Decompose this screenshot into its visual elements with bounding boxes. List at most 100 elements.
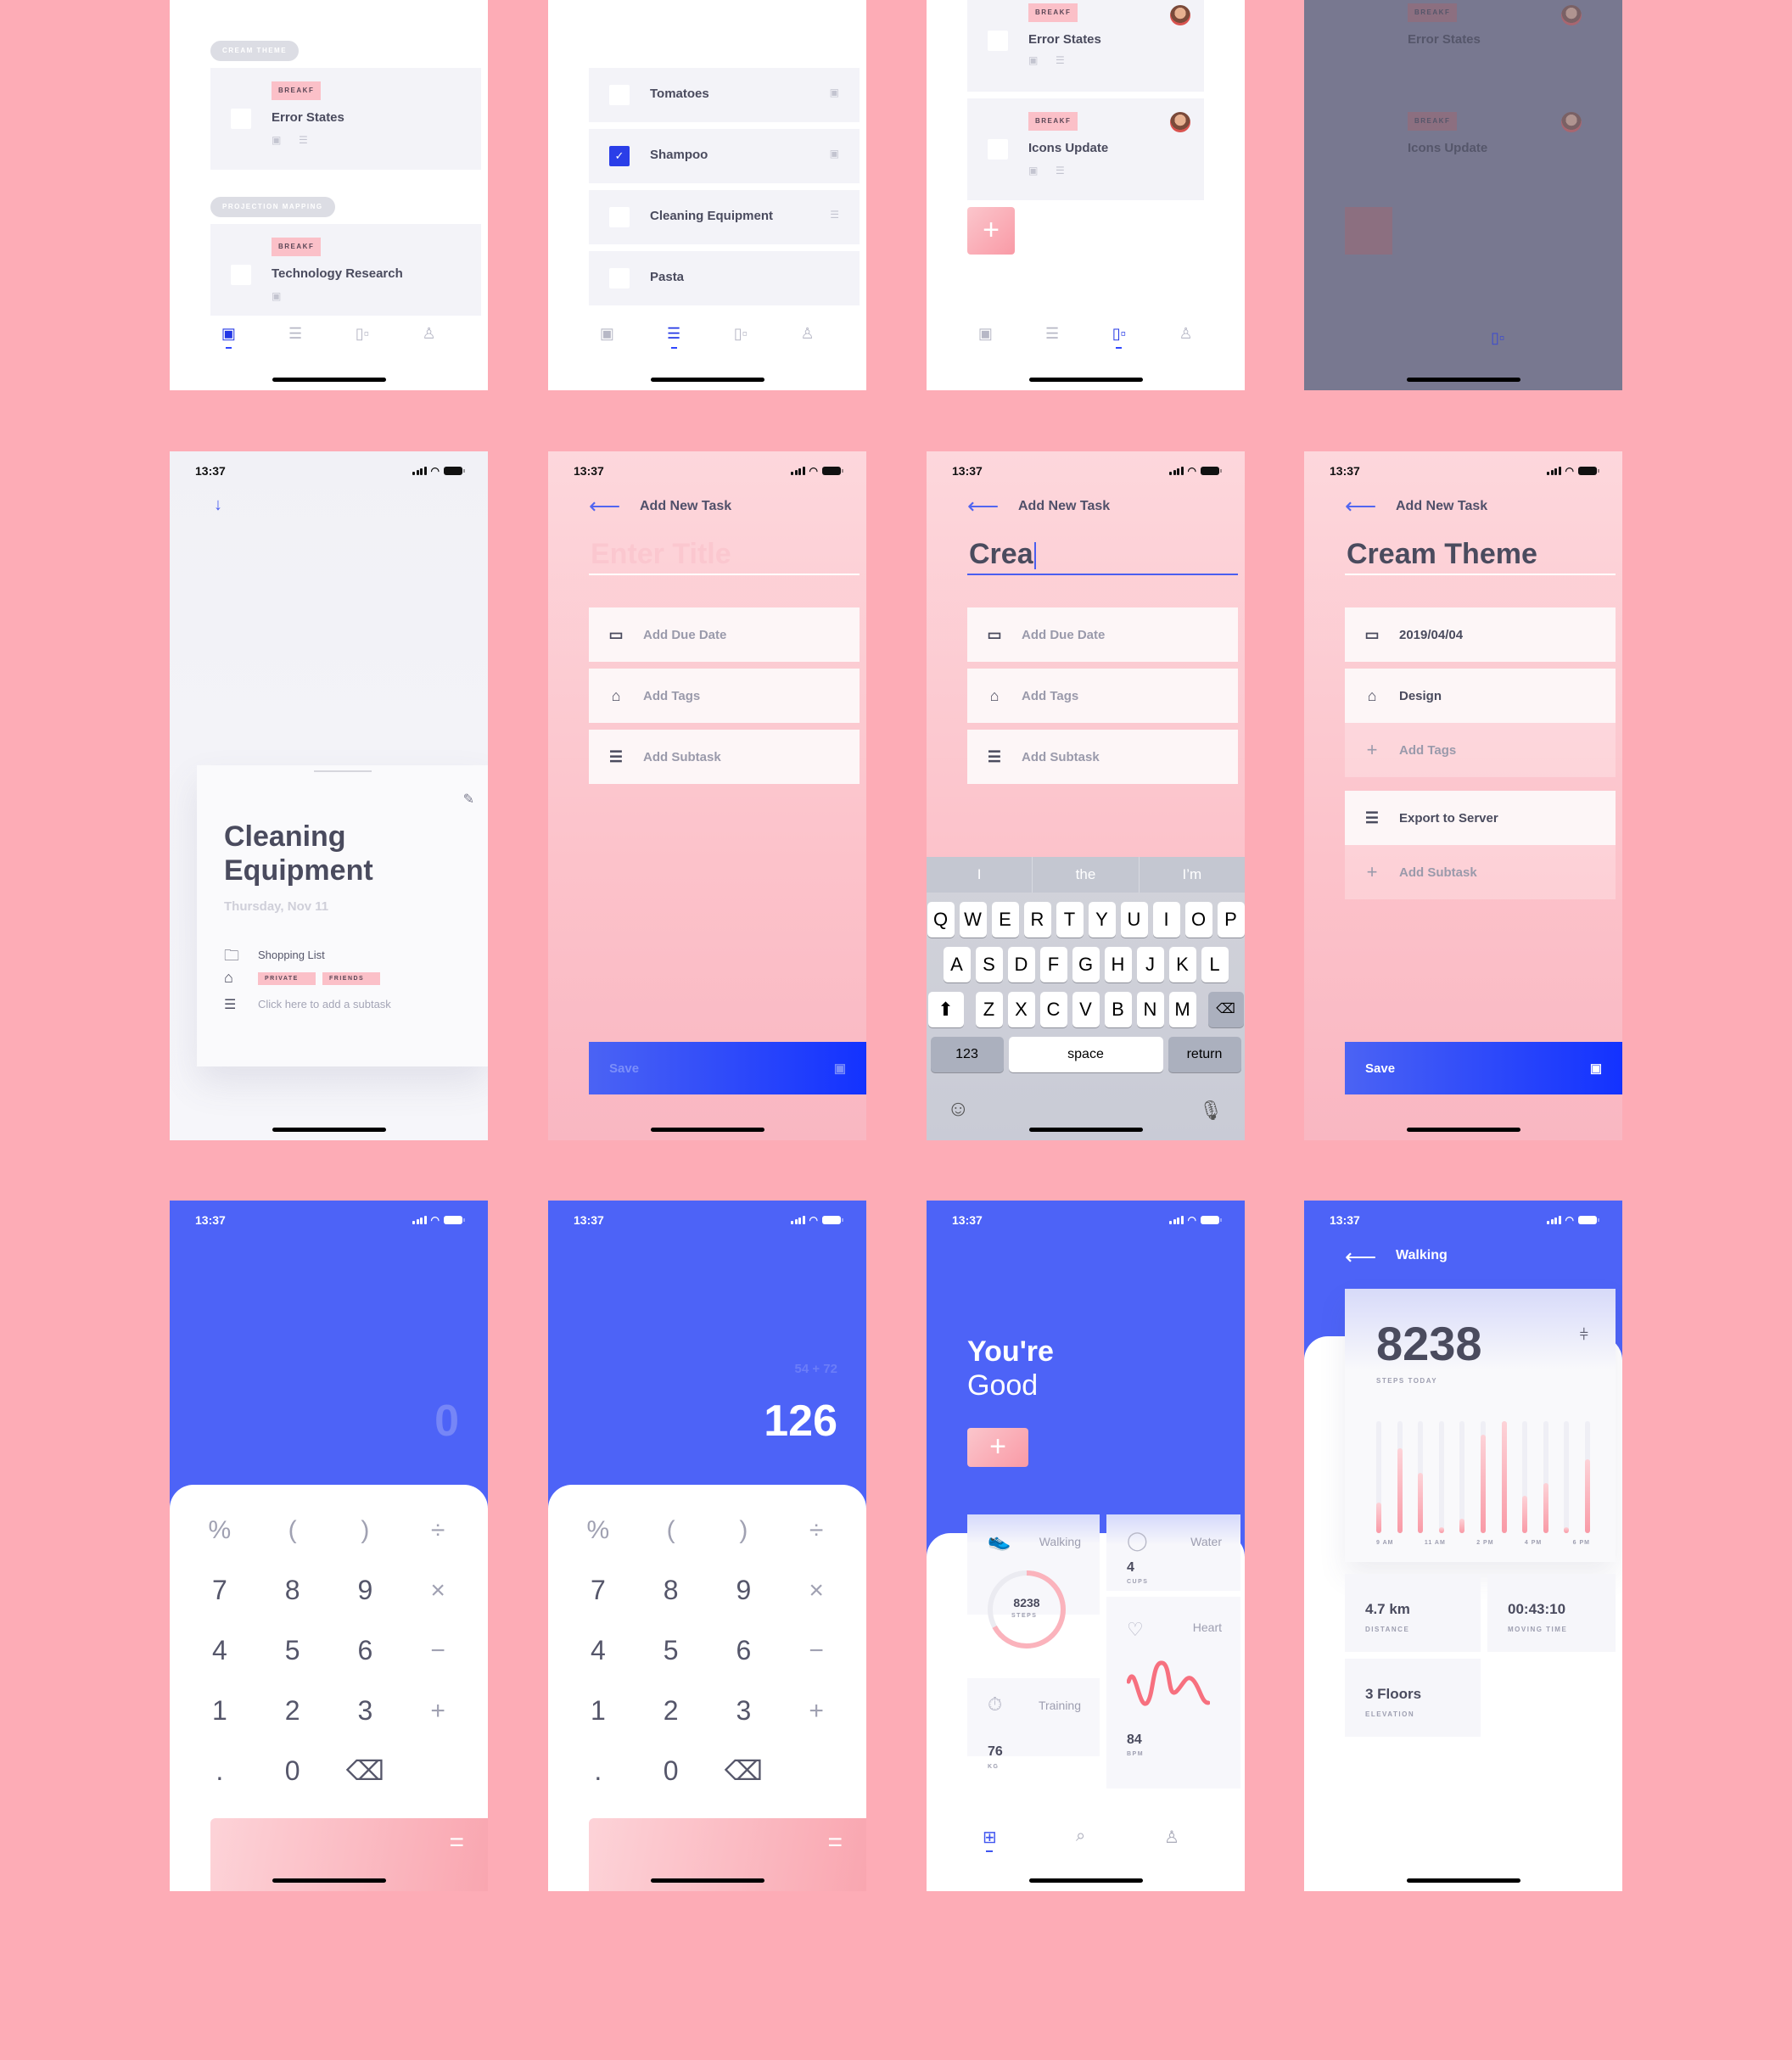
suggestion[interactable]: I [927, 857, 1033, 893]
board-card[interactable]: BREAKF Error States ▣ ☰ [967, 0, 1204, 92]
back-arrow-icon[interactable]: ⟵ [967, 495, 1005, 517]
list-item[interactable]: Tomatoes ▣ [589, 68, 860, 122]
calc-key[interactable]: ) [708, 1500, 781, 1560]
calc-key[interactable]: 1 [183, 1681, 256, 1741]
edit-icon[interactable]: ✎ [463, 791, 474, 808]
calc-key[interactable]: + [401, 1681, 474, 1741]
item-checkbox[interactable] [609, 85, 630, 105]
key-e[interactable]: E [991, 902, 1019, 938]
subtask-input[interactable]: Click here to add a subtask [258, 998, 391, 1010]
tab-list[interactable]: ☰ [1039, 325, 1065, 354]
assignee-avatar[interactable] [1170, 112, 1190, 132]
filter-sliders-icon[interactable]: ⫩ [1580, 1326, 1588, 1344]
back-arrow-icon[interactable]: ⟵ [589, 495, 626, 517]
calc-key[interactable]: 9 [708, 1560, 781, 1621]
calc-key[interactable]: − [780, 1621, 853, 1681]
key-n[interactable]: N [1136, 992, 1164, 1027]
calc-key[interactable]: % [183, 1500, 256, 1560]
due-date-field[interactable]: ▭ Add Due Date [967, 607, 1238, 662]
tag-field[interactable]: ⌂ Design [1345, 669, 1616, 723]
calc-key[interactable]: + [780, 1681, 853, 1741]
numbers-key[interactable]: 123 [930, 1037, 1004, 1072]
back-arrow-icon[interactable]: ⟵ [1345, 1246, 1382, 1268]
group-chip[interactable]: PROJECTION MAPPING [210, 197, 335, 217]
list-item[interactable]: Cleaning Equipment ☰ [589, 190, 860, 244]
tab-calendar[interactable]: ▣ [216, 325, 241, 354]
key-t[interactable]: T [1056, 902, 1084, 938]
calc-key[interactable]: 4 [183, 1621, 256, 1681]
calc-key[interactable]: 1 [562, 1681, 635, 1741]
calc-key[interactable]: 9 [329, 1560, 402, 1621]
heart-card[interactable]: ♡ Heart 84 BPM [1106, 1597, 1240, 1789]
calc-key[interactable]: ) [329, 1500, 402, 1560]
add-task-button[interactable]: + [967, 207, 1015, 255]
key-m[interactable]: M [1168, 992, 1196, 1027]
modal-overlay[interactable] [1304, 0, 1622, 390]
group-chip[interactable]: CREAM THEME [210, 41, 300, 61]
emoji-icon[interactable]: ☺ [947, 1095, 970, 1122]
tag-chip[interactable]: PRIVATE [258, 972, 316, 985]
key-a[interactable]: A [943, 947, 971, 982]
due-date-field[interactable]: ▭ 2019/04/04 [1345, 607, 1616, 662]
key-l[interactable]: L [1201, 947, 1229, 982]
calc-key[interactable]: 0 [256, 1741, 329, 1801]
list-item[interactable]: Pasta [589, 251, 860, 305]
key-f[interactable]: F [1039, 947, 1067, 982]
tags-field[interactable]: ⌂ Add Tags [967, 669, 1238, 723]
key-j[interactable]: J [1136, 947, 1164, 982]
tag-chip[interactable]: FRIENDS [322, 972, 380, 985]
save-button[interactable]: Save ▣ [589, 1042, 866, 1094]
task-checkbox[interactable] [988, 31, 1008, 51]
item-checkbox[interactable] [609, 207, 630, 227]
add-activity-button[interactable]: + [967, 1428, 1028, 1467]
sheet-handle[interactable] [313, 770, 372, 772]
back-arrow-icon[interactable]: ⟵ [1345, 495, 1382, 517]
calc-key[interactable]: 8 [256, 1560, 329, 1621]
tab-calendar[interactable]: ▣ [972, 325, 998, 354]
water-card[interactable]: ◯ Water 4 CUPS [1106, 1514, 1240, 1591]
calc-key[interactable]: 2 [256, 1681, 329, 1741]
task-card[interactable]: BREAKF Technology Research ▣ [210, 224, 481, 316]
task-card[interactable]: BREAKF Error States ▣ ☰ [210, 68, 481, 170]
key-z[interactable]: Z [975, 992, 1003, 1027]
key-d[interactable]: D [1007, 947, 1035, 982]
subtask-field[interactable]: ☰ Add Subtask [967, 730, 1238, 784]
item-checkbox[interactable] [609, 268, 630, 288]
tab-profile[interactable]: ♙ [795, 325, 820, 354]
list-item[interactable]: ✓ Shampoo ▣ [589, 129, 860, 183]
calc-key[interactable]: 5 [635, 1621, 708, 1681]
assignee-avatar[interactable] [1170, 5, 1190, 25]
key-p[interactable]: P [1217, 902, 1245, 938]
key-r[interactable]: R [1023, 902, 1051, 938]
key-i[interactable]: I [1152, 902, 1180, 938]
calc-key[interactable]: ⌫ [329, 1741, 402, 1801]
key-b[interactable]: B [1104, 992, 1132, 1027]
tab-profile[interactable]: ♙ [1164, 1827, 1179, 1848]
space-key[interactable]: space [1008, 1037, 1163, 1072]
key-h[interactable]: H [1104, 947, 1132, 982]
tab-search[interactable]: ⌕ [1076, 1827, 1085, 1846]
calc-key[interactable]: 2 [635, 1681, 708, 1741]
calc-key[interactable]: . [562, 1741, 635, 1801]
task-checkbox[interactable] [231, 109, 251, 129]
tab-board[interactable]: ▯▫ [1106, 325, 1132, 354]
calc-key[interactable]: % [562, 1500, 635, 1560]
calc-key[interactable]: 7 [562, 1560, 635, 1621]
calc-key[interactable]: 5 [256, 1621, 329, 1681]
title-input[interactable]: Crea [967, 538, 1238, 575]
tab-profile[interactable]: ♙ [417, 325, 442, 354]
due-date-field[interactable]: ▭ Add Due Date [589, 607, 860, 662]
calc-key[interactable]: × [780, 1560, 853, 1621]
title-input[interactable]: Cream Theme [1345, 538, 1616, 575]
tab-dashboard[interactable]: ⊞ [983, 1827, 997, 1848]
suggestion[interactable]: I’m [1140, 857, 1245, 893]
task-checkbox[interactable] [231, 265, 251, 285]
suggestion[interactable]: the [1033, 857, 1140, 893]
add-subtask-button[interactable]: + Add Subtask [1345, 845, 1616, 899]
calc-key[interactable]: × [401, 1560, 474, 1621]
microphone-icon[interactable]: 🎙 [1199, 1100, 1223, 1122]
subtask-field[interactable]: ☰ Export to Server [1345, 791, 1616, 845]
arrow-down-icon[interactable]: ↓ [214, 495, 222, 515]
calc-key[interactable]: 4 [562, 1621, 635, 1681]
tab-list[interactable]: ☰ [283, 325, 308, 354]
